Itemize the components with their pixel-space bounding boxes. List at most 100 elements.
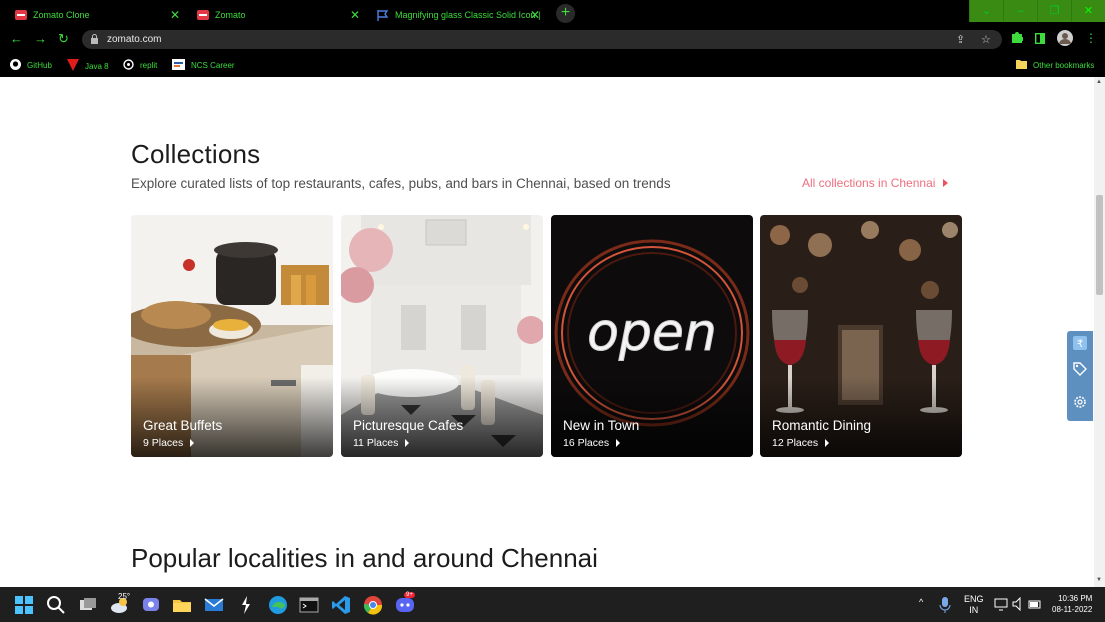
popular-localities-title: Popular localities in and around Chennai (131, 543, 598, 574)
tab-zomato[interactable]: Zomato ✕ (182, 2, 368, 27)
region-code: IN (969, 605, 979, 615)
battery-icon[interactable] (1028, 598, 1042, 610)
task-view-icon[interactable] (78, 595, 98, 615)
bookmark-label: Other bookmarks (1033, 60, 1095, 70)
command-prompt-icon[interactable] (299, 595, 319, 615)
tab-magnifying-glass[interactable]: Magnifying glass Classic Solid Icon | ✕ (362, 2, 548, 27)
microphone-icon[interactable] (938, 595, 952, 615)
bookmark-ncs-career[interactable]: NCS Career (172, 59, 235, 72)
tab-label: Magnifying glass Classic Solid Icon | (395, 9, 541, 20)
tab-close-icon[interactable]: ✕ (530, 8, 540, 22)
caret-right-icon (190, 439, 195, 447)
teams-chat-icon[interactable] (141, 595, 161, 615)
menu-kebab-icon[interactable]: ⋮ (1085, 31, 1097, 45)
card-places: 9 Places (143, 437, 195, 449)
chrome-icon[interactable] (363, 595, 383, 615)
window-controls: ⌄ – ❐ ✕ (969, 0, 1105, 22)
bookmark-java8[interactable]: Java 8 (67, 59, 109, 73)
edge-icon[interactable] (268, 595, 288, 615)
lock-icon (91, 34, 98, 44)
card-places: 16 Places (563, 437, 621, 449)
collection-card-new-in-town[interactable]: open New in Town 16 Places (551, 215, 753, 457)
bookmark-replit[interactable]: replit (123, 59, 157, 72)
tab-zomato-clone[interactable]: Zomato Clone ✕ (0, 2, 188, 27)
extension-side-panel: ₹ (1067, 331, 1093, 421)
ncs-logo-icon (172, 59, 185, 72)
caret-right-icon (405, 439, 410, 447)
omnibox[interactable]: zomato.com ⇪ ☆ (82, 30, 1002, 49)
mail-icon[interactable] (204, 595, 224, 615)
scroll-thumb[interactable] (1096, 195, 1103, 295)
scroll-up-arrow-icon[interactable]: ▲ (1096, 79, 1102, 85)
clock-time: 10:36 PM (1058, 594, 1093, 603)
language-code: ENG (964, 594, 984, 604)
card-places: 12 Places (772, 437, 830, 449)
tab-close-icon[interactable]: ✕ (170, 8, 180, 22)
bookmark-star-icon[interactable]: ☆ (981, 33, 991, 46)
card-title: Romantic Dining (772, 418, 872, 433)
popular-localities-city: Chennai (501, 543, 598, 573)
side-panel-icon[interactable] (1034, 32, 1046, 47)
caret-right-icon (616, 439, 621, 447)
discord-icon[interactable] (395, 595, 415, 615)
rupee-icon[interactable]: ₹ (1073, 336, 1087, 350)
terminal-app-icon[interactable] (236, 595, 256, 615)
clock-date: 08-11-2022 (1052, 605, 1093, 614)
back-arrow-icon[interactable]: ← (10, 31, 23, 46)
minimize-button[interactable]: – (1003, 0, 1037, 22)
bookmark-label: replit (140, 61, 158, 70)
restore-button[interactable]: ❐ (1037, 0, 1071, 22)
profile-avatar[interactable] (1057, 30, 1073, 49)
collections-subtitle: Explore curated lists of top restaurants… (131, 176, 671, 191)
tab-close-icon[interactable]: ✕ (350, 8, 360, 22)
popular-localities-prefix: Popular localities in and around (131, 543, 502, 573)
page-scrollbar[interactable]: ▲ ▼ (1094, 77, 1105, 587)
collection-card-great-buffets[interactable]: Great Buffets 9 Places (131, 215, 333, 457)
card-places: 11 Places (353, 437, 410, 449)
tab-search-icon[interactable]: ⌄ (969, 0, 1003, 22)
network-monitor-icon[interactable] (994, 597, 1008, 611)
tray-chevron-up-icon[interactable]: ^ (919, 597, 923, 607)
svg-text:₹: ₹ (1077, 339, 1083, 350)
forward-arrow-icon[interactable]: → (34, 31, 47, 46)
collections-title: Collections (131, 139, 261, 169)
zomato-favicon-icon (15, 9, 27, 20)
bookmark-github[interactable]: GitHub (10, 59, 52, 72)
all-collections-link[interactable]: All collections in Chennai (802, 176, 949, 190)
card-places-label: 12 Places (772, 437, 819, 449)
tab-label: Zomato Clone (33, 9, 90, 20)
speaker-icon[interactable] (1012, 597, 1024, 611)
card-title: Picturesque Cafes (353, 418, 464, 433)
caret-right-icon (943, 179, 949, 187)
tag-icon[interactable] (1073, 362, 1087, 376)
file-explorer-icon[interactable] (172, 595, 192, 615)
bookmark-label: GitHub (27, 61, 52, 70)
folder-icon (1016, 59, 1027, 71)
address-bar-row: ← → ↻ zomato.com ⇪ ☆ ⋮ (0, 27, 1105, 52)
scroll-down-arrow-icon[interactable]: ▼ (1096, 577, 1102, 583)
open-sign-text: open (587, 303, 717, 363)
card-places-label: 9 Places (143, 437, 184, 449)
reload-icon[interactable]: ↻ (58, 31, 69, 47)
collection-card-romantic-dining[interactable]: Romantic Dining 12 Places (760, 215, 962, 457)
tab-label: Zomato (215, 9, 246, 20)
language-indicator[interactable]: ENG IN (964, 594, 984, 616)
windows-start-icon[interactable] (14, 595, 34, 615)
bookmarks-bar: GitHub Java 8 replit NCS Career Other bo… (0, 52, 1105, 77)
bookmark-label: Java 8 (85, 61, 109, 71)
close-window-button[interactable]: ✕ (1071, 0, 1105, 22)
clock[interactable]: 10:36 PM 08-11-2022 (1052, 593, 1092, 615)
share-icon[interactable]: ⇪ (956, 33, 965, 46)
new-tab-button[interactable]: + (556, 4, 575, 23)
collection-card-picturesque-cafes[interactable]: Picturesque Cafes 11 Places (341, 215, 543, 457)
settings-gear-icon[interactable] (1073, 395, 1087, 409)
java-logo-icon (67, 59, 79, 73)
caret-right-icon (825, 439, 830, 447)
browser-tab-bar: Zomato Clone ✕ Zomato ✕ Magnifying glass… (0, 0, 1105, 27)
vscode-icon[interactable] (331, 595, 351, 615)
extensions-puzzle-icon[interactable] (1012, 31, 1024, 46)
search-icon[interactable] (46, 595, 66, 615)
bookmark-label: NCS Career (191, 61, 235, 70)
other-bookmarks[interactable]: Other bookmarks (1016, 59, 1094, 71)
weather-temp: 25° (118, 592, 131, 601)
